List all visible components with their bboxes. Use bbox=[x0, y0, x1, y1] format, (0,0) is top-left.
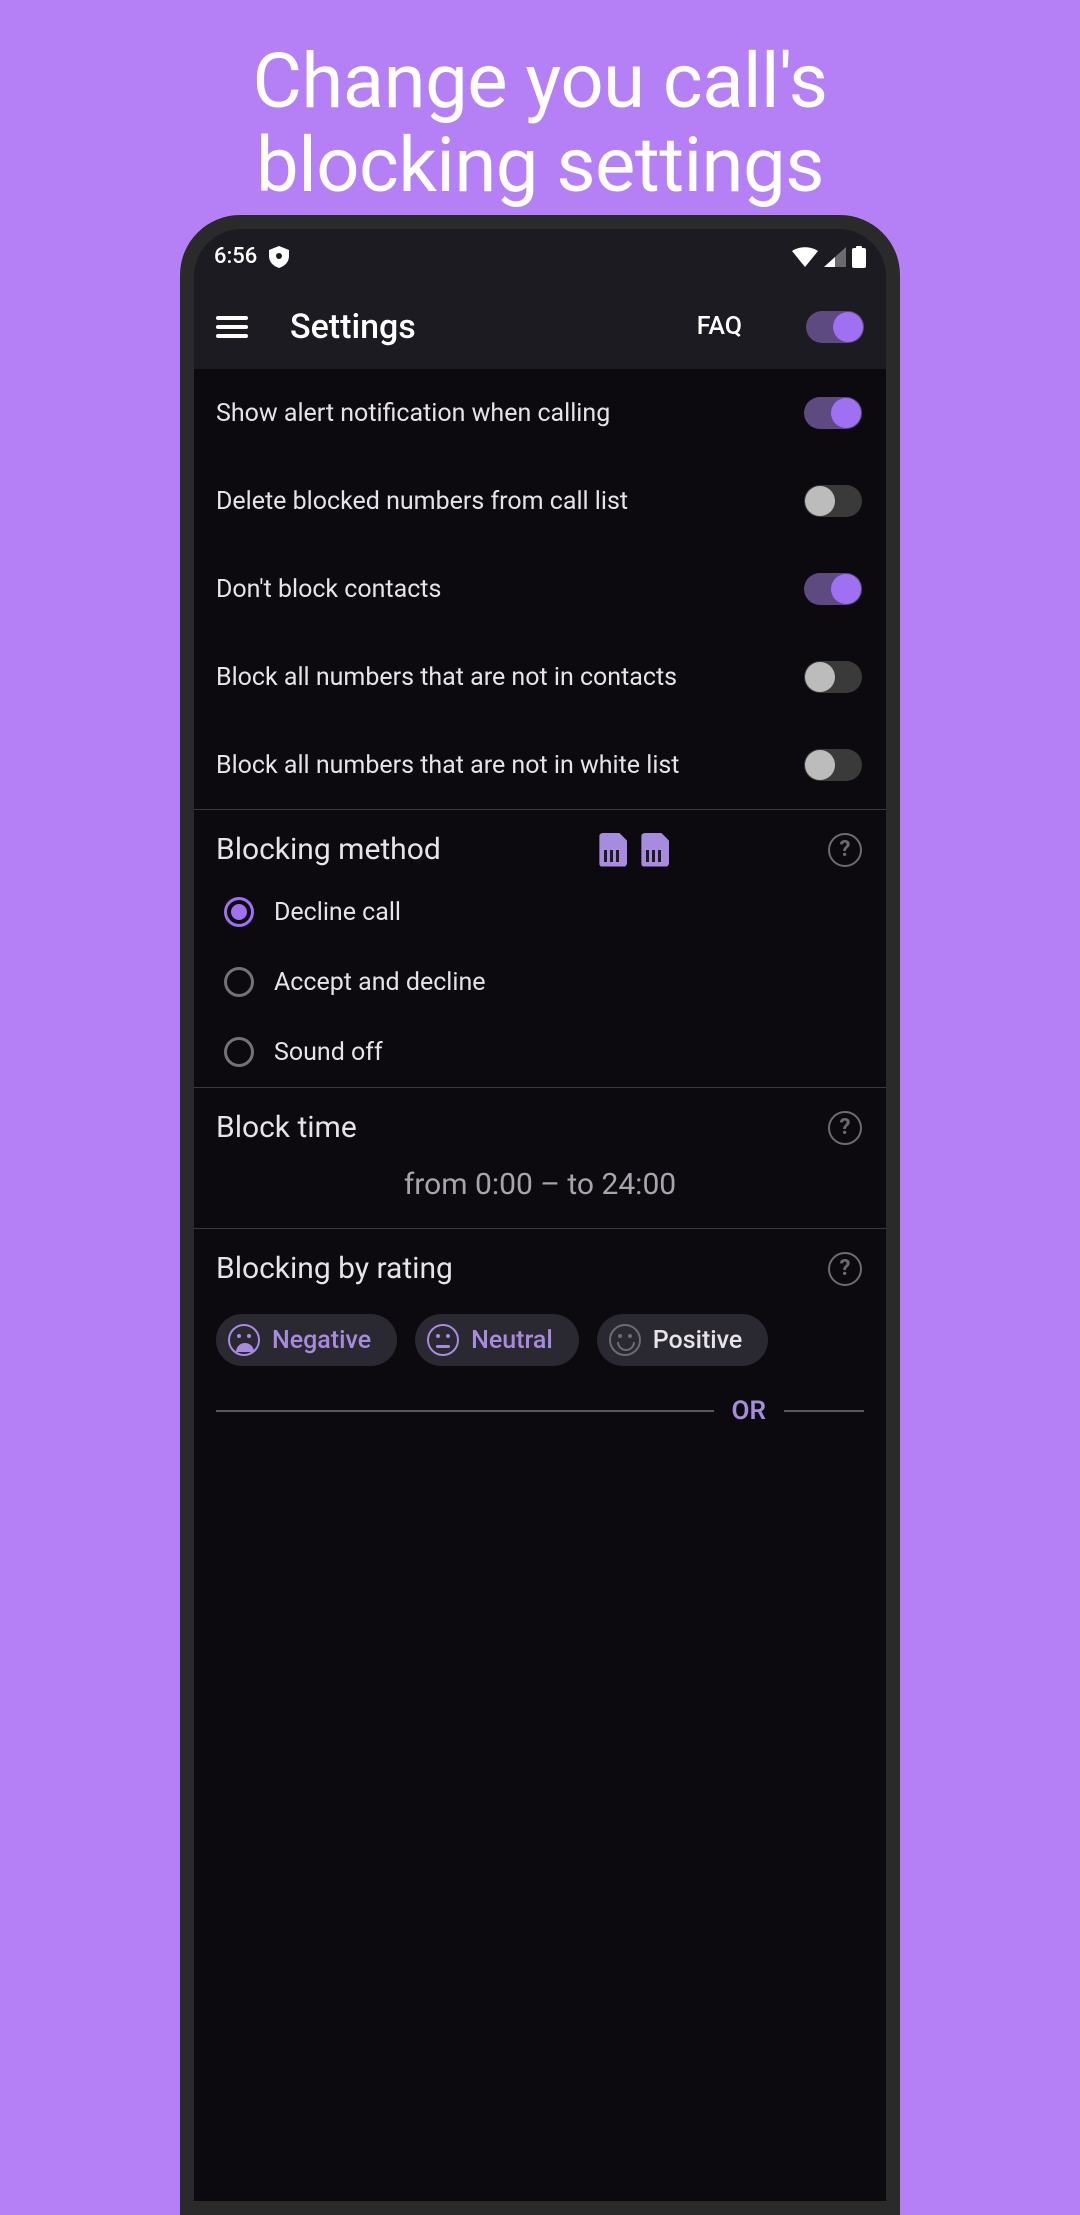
blocking-method-options: Decline call Accept and decline Sound off bbox=[194, 877, 886, 1087]
chip-label: Positive bbox=[653, 1326, 743, 1355]
screen: 6:56 Settings FAQ bbox=[194, 229, 886, 2201]
section-title: Blocking method bbox=[216, 832, 441, 867]
device-frame: 6:56 Settings FAQ bbox=[180, 215, 900, 2215]
setting-row[interactable]: Show alert notification when calling bbox=[194, 369, 886, 457]
chip-label: Neutral bbox=[471, 1326, 553, 1355]
settings-list: Show alert notification when calling Dele… bbox=[194, 369, 886, 809]
block-time-header: Block time ? bbox=[194, 1088, 886, 1155]
radio-label: Sound off bbox=[274, 1038, 383, 1067]
radio-label: Accept and decline bbox=[274, 968, 486, 997]
radio-button[interactable] bbox=[224, 1037, 254, 1067]
face-neutral-icon bbox=[427, 1324, 459, 1356]
rating-chip-positive[interactable]: Positive bbox=[597, 1314, 769, 1366]
setting-label: Show alert notification when calling bbox=[216, 399, 804, 428]
status-bar: 6:56 bbox=[194, 229, 886, 284]
setting-label: Delete blocked numbers from call list bbox=[216, 487, 804, 516]
promo-heading: Change you call's blocking settings bbox=[0, 0, 1080, 207]
help-icon[interactable]: ? bbox=[828, 1252, 862, 1286]
block-time-value[interactable]: from 0:00 – to 24:00 bbox=[194, 1155, 886, 1228]
status-time: 6:56 bbox=[214, 244, 257, 269]
setting-toggle[interactable] bbox=[804, 661, 862, 693]
setting-toggle[interactable] bbox=[804, 573, 862, 605]
setting-toggle[interactable] bbox=[804, 397, 862, 429]
chip-label: Negative bbox=[272, 1326, 371, 1355]
radio-label: Decline call bbox=[274, 898, 401, 927]
setting-label: Don't block contacts bbox=[216, 575, 804, 604]
help-icon[interactable]: ? bbox=[828, 1111, 862, 1145]
radio-button[interactable] bbox=[224, 897, 254, 927]
or-label: OR bbox=[732, 1396, 766, 1426]
radio-row[interactable]: Decline call bbox=[194, 877, 886, 947]
menu-icon[interactable] bbox=[216, 316, 248, 338]
page-title: Settings bbox=[290, 307, 655, 347]
sim-1-icon[interactable] bbox=[599, 833, 627, 867]
setting-row[interactable]: Delete blocked numbers from call list bbox=[194, 457, 886, 545]
rating-chip-neutral[interactable]: Neutral bbox=[415, 1314, 579, 1366]
setting-label: Block all numbers that are not in contac… bbox=[216, 663, 804, 692]
radio-row[interactable]: Accept and decline bbox=[194, 947, 886, 1017]
shield-icon bbox=[269, 246, 289, 268]
radio-row[interactable]: Sound off bbox=[194, 1017, 886, 1087]
faq-button[interactable]: FAQ bbox=[697, 312, 742, 341]
signal-icon bbox=[824, 247, 846, 267]
setting-toggle[interactable] bbox=[804, 749, 862, 781]
or-divider: OR bbox=[194, 1366, 886, 1426]
rating-chips: Negative Neutral Positive bbox=[194, 1296, 886, 1366]
setting-toggle[interactable] bbox=[804, 485, 862, 517]
blocking-method-header: Blocking method ? bbox=[194, 810, 886, 877]
rating-header: Blocking by rating ? bbox=[194, 1229, 886, 1296]
help-icon[interactable]: ? bbox=[828, 833, 862, 867]
master-toggle[interactable] bbox=[806, 311, 864, 343]
setting-row[interactable]: Don't block contacts bbox=[194, 545, 886, 633]
rating-chip-negative[interactable]: Negative bbox=[216, 1314, 397, 1366]
setting-row[interactable]: Block all numbers that are not in white … bbox=[194, 721, 886, 809]
app-bar: Settings FAQ bbox=[194, 284, 886, 369]
setting-label: Block all numbers that are not in white … bbox=[216, 751, 804, 780]
battery-icon bbox=[852, 246, 866, 268]
section-title: Block time bbox=[216, 1110, 357, 1145]
sim-2-icon[interactable] bbox=[641, 833, 669, 867]
face-sad-icon bbox=[228, 1324, 260, 1356]
wifi-icon bbox=[792, 247, 818, 267]
section-title: Blocking by rating bbox=[216, 1251, 453, 1286]
setting-row[interactable]: Block all numbers that are not in contac… bbox=[194, 633, 886, 721]
radio-button[interactable] bbox=[224, 967, 254, 997]
face-happy-icon bbox=[609, 1324, 641, 1356]
